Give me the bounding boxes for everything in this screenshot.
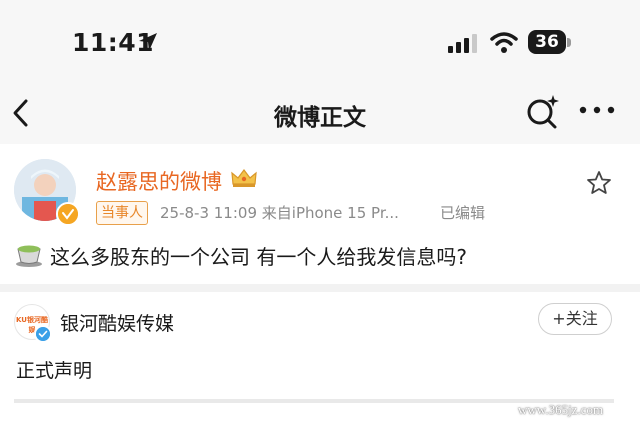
verified-icon xyxy=(56,202,80,226)
more-icon[interactable] xyxy=(578,104,616,116)
search-sparkle-icon[interactable] xyxy=(524,93,560,129)
edited-label[interactable]: 已编辑 xyxy=(440,202,485,223)
post-source: 来自iPhone 15 Pr... xyxy=(261,204,399,222)
status-bar: 11:41 36 xyxy=(0,0,640,82)
repost-text: 正式声明 xyxy=(16,360,93,382)
battery-indicator: 36 xyxy=(528,30,566,54)
post-timestamp: 25-8-3 11:09 xyxy=(160,204,257,222)
author-name[interactable]: 赵露思的微博 xyxy=(96,166,222,196)
star-icon[interactable] xyxy=(586,170,612,196)
wifi-icon xyxy=(490,32,518,53)
post-meta: 25-8-3 11:09 来自iPhone 15 Pr... xyxy=(160,202,399,223)
tea-icon xyxy=(16,245,42,267)
verified-icon xyxy=(34,325,52,343)
crown-icon xyxy=(231,169,257,187)
watermark: www.365jz.com xyxy=(518,402,604,417)
post-card: 赵露思的微博 当事人 25-8-3 11:09 来自iPhone 15 Pr..… xyxy=(0,144,640,284)
role-badge: 当事人 xyxy=(96,201,148,225)
company-name[interactable]: 银河酷娱传媒 xyxy=(60,309,174,336)
battery-tip xyxy=(567,38,571,47)
section-divider xyxy=(0,284,640,292)
signal-icon xyxy=(448,34,477,53)
post-text: 这么多股东的一个公司 有一个人给我发信息吗? xyxy=(50,245,467,269)
location-arrow-icon xyxy=(139,33,157,51)
nav-bar: 微博正文 xyxy=(0,82,640,144)
follow-button[interactable]: +关注 xyxy=(538,303,612,335)
